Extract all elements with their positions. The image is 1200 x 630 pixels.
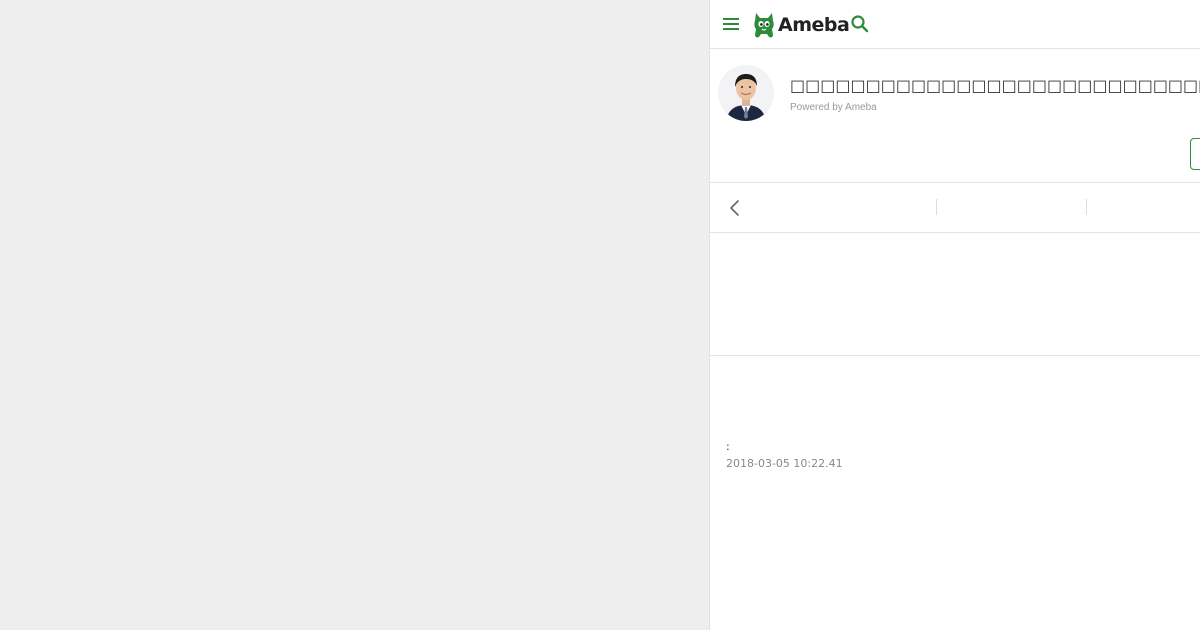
ameba-mascot-icon <box>754 13 774 38</box>
pager-divider <box>1086 199 1087 215</box>
author-avatar[interactable] <box>718 65 774 121</box>
search-icon[interactable] <box>850 14 870 34</box>
entry-pager <box>710 183 1200 233</box>
powered-by-label: Powered by Ameba <box>790 102 877 113</box>
ad-area <box>710 233 1200 356</box>
ameba-logo[interactable]: Ameba <box>752 10 850 40</box>
author-portrait-image <box>718 65 774 121</box>
site-header: Ameba <box>710 0 1200 49</box>
hamburger-menu-icon[interactable] <box>723 17 739 31</box>
left-background-pane <box>0 0 709 630</box>
entry-meta: : 2018-03-05 10:22.41 <box>726 440 843 471</box>
chevron-left-icon[interactable] <box>724 197 746 219</box>
entry-colon: : <box>726 440 730 453</box>
pager-divider <box>936 199 937 215</box>
blog-title[interactable]: □□□□□□□□□□□□□□□□□□□□□□□□□□□□□□□□□□ <box>790 76 1200 95</box>
blog-profile: □□□□□□□□□□□□□□□□□□□□□□□□□□□□□□□□□□ Power… <box>710 49 1200 183</box>
blog-page-pane: Ameba □□□□□□□□□□□□□□□□□□□□□□□□□□□□□□□□□□ <box>709 0 1200 630</box>
logo-wordmark: Ameba <box>778 14 850 36</box>
entry-datetime: 2018-03-05 10:22.41 <box>726 457 843 470</box>
follow-button[interactable] <box>1190 138 1200 170</box>
